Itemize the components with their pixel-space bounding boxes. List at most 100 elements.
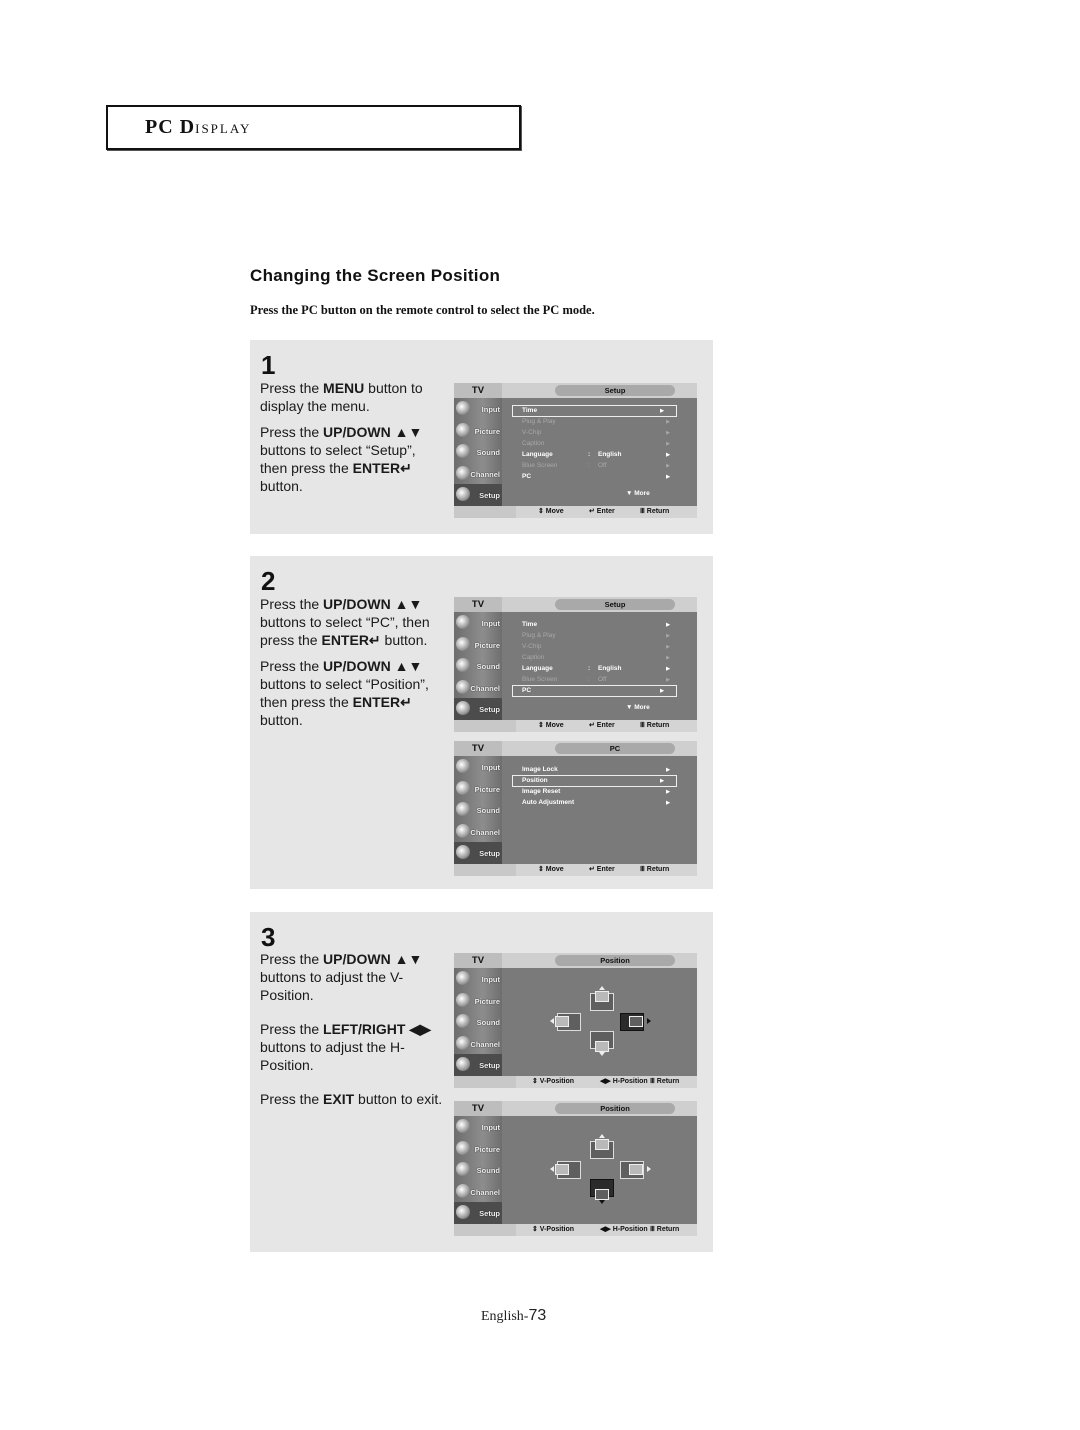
setup-icon bbox=[456, 845, 470, 860]
osd-menu-item: Plug & Play ▶ bbox=[522, 631, 682, 641]
osd-menu-item: Position ▶ bbox=[512, 775, 677, 787]
picture-icon bbox=[456, 992, 470, 1007]
osd-setup-screen: TV Setup Input Picture Sound Channel Setup ⇕ Mo… bbox=[454, 597, 697, 732]
osd-sidebar-item-sound: Sound bbox=[454, 441, 502, 463]
arrow-right-icon: ▶ bbox=[666, 430, 670, 436]
osd-sidebar-item-picture: Picture bbox=[454, 1138, 502, 1160]
osd-sidebar: Input Picture Sound Channel Setup bbox=[454, 612, 502, 720]
osd-sidebar-item-picture: Picture bbox=[454, 634, 502, 656]
osd-sidebar-item-sound: Sound bbox=[454, 799, 502, 821]
osd-hint-return: Ⅲ Return bbox=[650, 1078, 680, 1085]
osd-hint-move: ⇕ Move bbox=[538, 508, 564, 515]
osd-menu-item: Auto Adjustment ▶ bbox=[522, 798, 682, 808]
position-preview bbox=[595, 1041, 609, 1052]
osd-tv-label: TV bbox=[454, 953, 502, 968]
channel-icon bbox=[456, 1035, 470, 1050]
position-preview bbox=[595, 1189, 609, 1200]
osd-menu-item-label: V-Chip bbox=[522, 643, 542, 650]
sound-icon bbox=[456, 1162, 470, 1177]
osd-hint-bar: ⇕ Move ↵ Enter Ⅲ Return bbox=[454, 864, 697, 876]
position-box-up bbox=[590, 991, 614, 1011]
osd-hint-bar: ⇕ V-Position ◀▶ H-Position Ⅲ Return bbox=[454, 1224, 697, 1236]
position-box-right bbox=[620, 1013, 644, 1031]
section-title-smallcaps: ISPLAY bbox=[195, 121, 252, 136]
input-icon bbox=[456, 1119, 470, 1133]
osd-hint-move: ⇕ Move bbox=[538, 722, 564, 729]
osd-setup-screen: TV Setup Input Picture Sound Channel Setup ⇕ Mo… bbox=[454, 383, 697, 518]
osd-menu-item-label: Plug & Play bbox=[522, 418, 556, 425]
position-preview bbox=[555, 1016, 569, 1027]
arrow-right-icon: ▶ bbox=[666, 419, 670, 425]
osd-sidebar-item-picture: Picture bbox=[454, 420, 502, 442]
osd-menu-item: V-Chip ▶ bbox=[522, 642, 682, 652]
footer-language: English- bbox=[481, 1309, 529, 1324]
osd-menu-item: Time ▶ bbox=[522, 620, 682, 630]
arrow-left-icon bbox=[550, 1166, 554, 1172]
osd-sidebar-item-sound: Sound bbox=[454, 1159, 502, 1181]
osd-sidebar-label: Sound bbox=[476, 806, 500, 816]
osd-hint-move: ⇕ Move bbox=[538, 866, 564, 873]
osd-sidebar-label: Sound bbox=[476, 1018, 500, 1028]
osd-hint-bar: ⇕ Move ↵ Enter Ⅲ Return bbox=[454, 506, 697, 518]
osd-menu-item-label: Time bbox=[522, 407, 538, 414]
osd-menu-item: PC ▶ bbox=[522, 472, 682, 482]
osd-hint-return: Ⅲ Return bbox=[640, 866, 670, 873]
osd-hint-bar: ⇕ V-Position ◀▶ H-Position Ⅲ Return bbox=[454, 1076, 697, 1088]
osd-sidebar-label: Channel bbox=[470, 1187, 500, 1197]
osd-sidebar-label: Input bbox=[481, 619, 500, 628]
sound-icon bbox=[456, 444, 470, 459]
osd-sidebar-item-setup: Setup bbox=[454, 484, 502, 506]
step-number: 3 bbox=[261, 922, 276, 952]
osd-menu-title: Setup bbox=[555, 385, 675, 396]
instruction: Press the MENU button to display the men… bbox=[260, 380, 423, 414]
setup-icon bbox=[456, 487, 470, 502]
instruction: Press the UP/DOWN ▲▼ buttons to select “… bbox=[260, 658, 429, 728]
osd-menu-title: Setup bbox=[555, 599, 675, 610]
instruction: Press the UP/DOWN ▲▼ buttons to select “… bbox=[260, 596, 430, 648]
osd-sidebar-label: Picture bbox=[474, 784, 500, 794]
channel-icon bbox=[456, 1183, 470, 1198]
channel-icon bbox=[456, 823, 470, 838]
osd-menu-item-label: Auto Adjustment bbox=[522, 799, 575, 806]
sound-icon bbox=[456, 1014, 470, 1029]
osd-sidebar-label: Input bbox=[481, 763, 500, 772]
osd-menu-item-label: Blue Screen bbox=[522, 462, 558, 469]
osd-hint-return: Ⅲ Return bbox=[640, 508, 670, 515]
osd-sidebar-label: Picture bbox=[474, 1144, 500, 1154]
arrow-down-icon bbox=[599, 1052, 605, 1056]
osd-menu-title: Position bbox=[555, 1103, 675, 1114]
osd-sidebar-item-setup: Setup bbox=[454, 698, 502, 720]
osd-sidebar: Input Picture Sound Channel Setup bbox=[454, 398, 502, 506]
position-preview bbox=[595, 991, 609, 1002]
arrow-right-icon: ▶ bbox=[666, 474, 670, 480]
osd-hint-enter: ↵ Enter bbox=[589, 866, 615, 873]
section-title: PC DISPLAY bbox=[145, 116, 251, 139]
arrow-right-icon: ▶ bbox=[666, 644, 670, 650]
position-box-right bbox=[620, 1161, 644, 1179]
osd-menu-item: Blue Screen: Off ▶ bbox=[522, 461, 682, 471]
osd-sidebar: Input Picture Sound Channel Setup bbox=[454, 756, 502, 864]
osd-position-screen: TV Position Input Picture Sound Channel Setup ⇕… bbox=[454, 1101, 697, 1236]
osd-menu-item: PC ▶ bbox=[512, 685, 677, 697]
position-preview bbox=[629, 1016, 643, 1027]
osd-sidebar-item-picture: Picture bbox=[454, 778, 502, 800]
setup-icon bbox=[456, 1205, 470, 1220]
picture-icon bbox=[456, 422, 470, 437]
step-3-panel: 3 Press the UP/DOWN ▲▼ buttons to adjust… bbox=[250, 912, 713, 1252]
osd-sidebar-item-input: Input bbox=[454, 968, 502, 990]
osd-menu-item: Plug & Play ▶ bbox=[522, 417, 682, 427]
channel-icon bbox=[456, 465, 470, 480]
osd-sidebar-item-input: Input bbox=[454, 612, 502, 634]
osd-menu-item-value: English bbox=[598, 665, 622, 672]
input-icon bbox=[456, 759, 470, 773]
osd-colon: : bbox=[588, 451, 591, 458]
osd-sidebar-label: Sound bbox=[476, 1166, 500, 1176]
osd-sidebar-item-channel: Channel bbox=[454, 1033, 502, 1055]
osd-pc-screen: TV PC Input Picture Sound Channel Setup ⇕ Move ↵… bbox=[454, 741, 697, 876]
osd-colon: : bbox=[588, 462, 590, 469]
osd-sidebar-item-input: Input bbox=[454, 1116, 502, 1138]
osd-menu-item-value: Off bbox=[598, 462, 607, 469]
arrow-right-icon: ▶ bbox=[666, 789, 670, 795]
arrow-right-icon: ▶ bbox=[660, 688, 664, 694]
osd-sidebar-item-setup: Setup bbox=[454, 1202, 502, 1224]
